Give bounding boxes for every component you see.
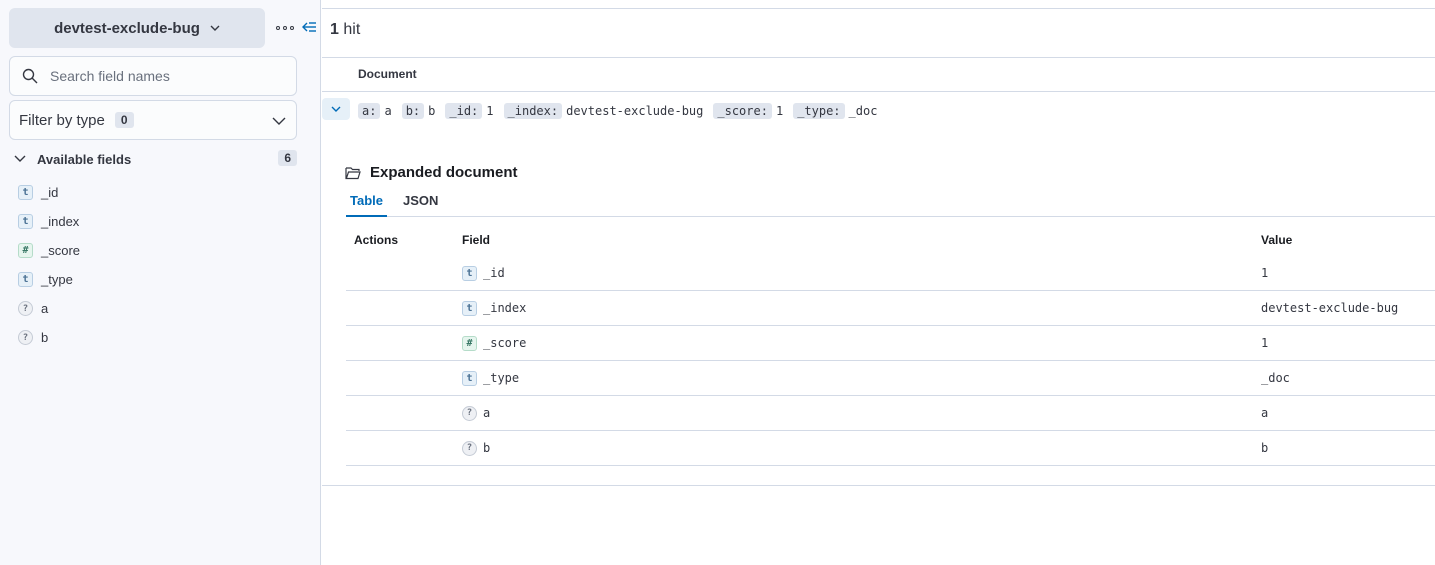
table-header: Actions Field Value bbox=[346, 224, 1435, 256]
field-name: _id bbox=[41, 185, 59, 200]
summary-value: devtest-exclude-bug bbox=[566, 104, 704, 118]
field-name: b bbox=[41, 330, 49, 345]
field-item[interactable]: # _score bbox=[18, 236, 298, 265]
chevron-down-icon bbox=[272, 117, 286, 125]
hits-counter: 1 hit bbox=[330, 21, 360, 39]
field-name: _score bbox=[483, 336, 527, 350]
table-row: ? b b bbox=[346, 431, 1435, 466]
filter-count-badge: 0 bbox=[114, 112, 134, 128]
field-name: _type bbox=[41, 272, 73, 287]
available-fields-toggle[interactable]: Available fields 6 bbox=[14, 150, 297, 168]
summary-key: a: bbox=[358, 103, 381, 119]
field-item[interactable]: t _id bbox=[18, 178, 298, 207]
document-summary: a: a b: b _id: 1 _index: devtest-exclude… bbox=[358, 103, 883, 119]
string-type-icon: t bbox=[462, 265, 477, 281]
table-row: # _score 1 bbox=[346, 326, 1435, 361]
search-input[interactable] bbox=[50, 68, 280, 84]
string-type-icon: t bbox=[462, 370, 477, 386]
row-field: t _type bbox=[454, 370, 1261, 386]
column-header-value: Value bbox=[1261, 233, 1293, 247]
divider bbox=[322, 91, 1435, 92]
field-item[interactable]: ? a bbox=[18, 294, 298, 323]
summary-key: _id: bbox=[445, 103, 483, 119]
field-value: _doc bbox=[1261, 371, 1290, 385]
summary-value: a bbox=[384, 104, 392, 118]
available-fields-label: Available fields bbox=[37, 151, 132, 167]
unknown-type-icon: ? bbox=[18, 301, 33, 316]
number-type-icon: # bbox=[18, 243, 33, 258]
table-row: t _index devtest-exclude-bug bbox=[346, 291, 1435, 326]
field-search bbox=[9, 56, 297, 96]
string-type-icon: t bbox=[18, 185, 33, 200]
hits-count: 1 bbox=[330, 21, 339, 38]
field-name: _index bbox=[41, 214, 80, 229]
summary-value: 1 bbox=[486, 104, 494, 118]
row-field: t _id bbox=[454, 265, 1261, 281]
available-fields-count: 6 bbox=[278, 150, 297, 166]
row-field: ? b bbox=[454, 440, 1261, 456]
data-view-picker[interactable]: devtest-exclude-bug bbox=[9, 8, 265, 48]
field-name: _index bbox=[483, 301, 527, 315]
filter-label: Filter by type bbox=[19, 111, 105, 129]
table-row: t _id 1 bbox=[346, 256, 1435, 291]
field-name: a bbox=[483, 406, 491, 420]
summary-value: _doc bbox=[848, 104, 878, 118]
field-value: b bbox=[1261, 441, 1269, 455]
column-header-field: Field bbox=[462, 233, 491, 247]
folder-open-icon bbox=[345, 166, 361, 179]
search-icon bbox=[22, 68, 38, 84]
row-field: ? a bbox=[454, 405, 1261, 421]
tab-table[interactable]: Table bbox=[346, 189, 387, 217]
summary-key: _score: bbox=[713, 103, 772, 119]
field-item[interactable]: ? b bbox=[18, 323, 298, 352]
string-type-icon: t bbox=[18, 272, 33, 287]
row-field: t _index bbox=[454, 300, 1261, 316]
document-column-header: Document bbox=[358, 67, 417, 81]
expanded-title-text: Expanded document bbox=[370, 164, 518, 181]
unknown-type-icon: ? bbox=[462, 405, 477, 421]
documents-panel: 1 hit Document a: a b: b _id: 1 _index: … bbox=[322, 8, 1435, 486]
expanded-document-title: Expanded document bbox=[345, 164, 518, 181]
summary-key: b: bbox=[401, 103, 425, 119]
field-item[interactable]: t _type bbox=[18, 265, 298, 294]
field-name: _type bbox=[483, 371, 520, 385]
chevron-down-icon bbox=[210, 25, 220, 31]
summary-value: b bbox=[428, 104, 436, 118]
collapse-row-button[interactable] bbox=[322, 98, 350, 120]
string-type-icon: t bbox=[462, 300, 477, 316]
data-view-name: devtest-exclude-bug bbox=[54, 19, 200, 37]
string-type-icon: t bbox=[18, 214, 33, 229]
field-name: a bbox=[41, 301, 49, 316]
hits-label: hit bbox=[343, 21, 361, 38]
collapse-sidebar-icon[interactable] bbox=[300, 18, 318, 36]
table-row: t _type _doc bbox=[346, 361, 1435, 396]
filter-by-type-button[interactable]: Filter by type 0 bbox=[9, 100, 297, 140]
tab-json[interactable]: JSON bbox=[399, 189, 442, 217]
table-row: ? a a bbox=[346, 396, 1435, 431]
view-tabs: Table JSON bbox=[346, 189, 1435, 217]
field-sidebar: devtest-exclude-bug Filter by type 0 Ava… bbox=[0, 0, 321, 565]
field-value: a bbox=[1261, 406, 1269, 420]
field-name: _score bbox=[41, 243, 81, 258]
column-header-actions: Actions bbox=[354, 233, 399, 247]
field-name: b bbox=[483, 441, 491, 455]
more-options-icon[interactable] bbox=[276, 20, 294, 36]
document-table: Actions Field Value t _id 1 t _index dev… bbox=[346, 224, 1435, 466]
chevron-down-icon bbox=[14, 155, 26, 162]
number-type-icon: # bbox=[462, 335, 477, 351]
summary-value: 1 bbox=[775, 104, 784, 118]
field-value: 1 bbox=[1261, 336, 1269, 350]
summary-key: _type: bbox=[793, 103, 845, 119]
field-value: devtest-exclude-bug bbox=[1261, 301, 1399, 315]
divider bbox=[322, 57, 1435, 58]
field-name: _id bbox=[483, 266, 505, 280]
field-list: t _id t _index # _score t _type ? a ? b bbox=[18, 178, 298, 352]
summary-key: _index: bbox=[503, 103, 563, 119]
unknown-type-icon: ? bbox=[462, 440, 477, 456]
field-item[interactable]: t _index bbox=[18, 207, 298, 236]
field-value: 1 bbox=[1261, 266, 1269, 280]
row-field: # _score bbox=[454, 335, 1261, 351]
unknown-type-icon: ? bbox=[18, 330, 33, 345]
chevron-down-icon bbox=[331, 106, 341, 112]
